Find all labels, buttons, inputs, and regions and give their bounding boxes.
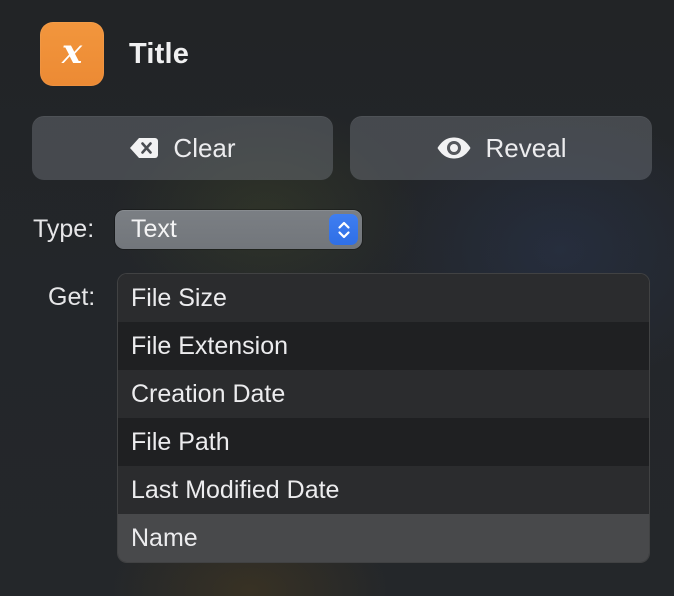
reveal-button-label: Reveal	[485, 132, 567, 163]
list-item-file-path[interactable]: File Path	[118, 418, 649, 466]
variable-x-glyph: x	[61, 32, 83, 72]
get-label: Get:	[48, 283, 96, 311]
reveal-button[interactable]: Reveal	[350, 116, 652, 180]
list-item-name[interactable]: Name	[118, 514, 649, 562]
list-item-file-extension[interactable]: File Extension	[118, 322, 649, 370]
type-selected-value: Text	[131, 215, 177, 243]
get-options-list: File Size File Extension Creation Date F…	[117, 273, 650, 563]
list-item-last-modified-date[interactable]: Last Modified Date	[118, 466, 649, 514]
chevron-up-down-icon	[329, 214, 358, 245]
type-label: Type:	[33, 215, 95, 243]
eye-icon	[437, 137, 471, 159]
list-item-file-size[interactable]: File Size	[118, 274, 649, 322]
list-item-creation-date[interactable]: Creation Date	[118, 370, 649, 418]
page-title: Title	[129, 38, 190, 70]
clear-button-label: Clear	[173, 132, 236, 163]
clear-button[interactable]: Clear	[32, 116, 333, 180]
type-popup-button[interactable]: Text	[115, 210, 362, 249]
delete-left-icon	[130, 138, 159, 158]
app-icon: x	[40, 22, 104, 86]
